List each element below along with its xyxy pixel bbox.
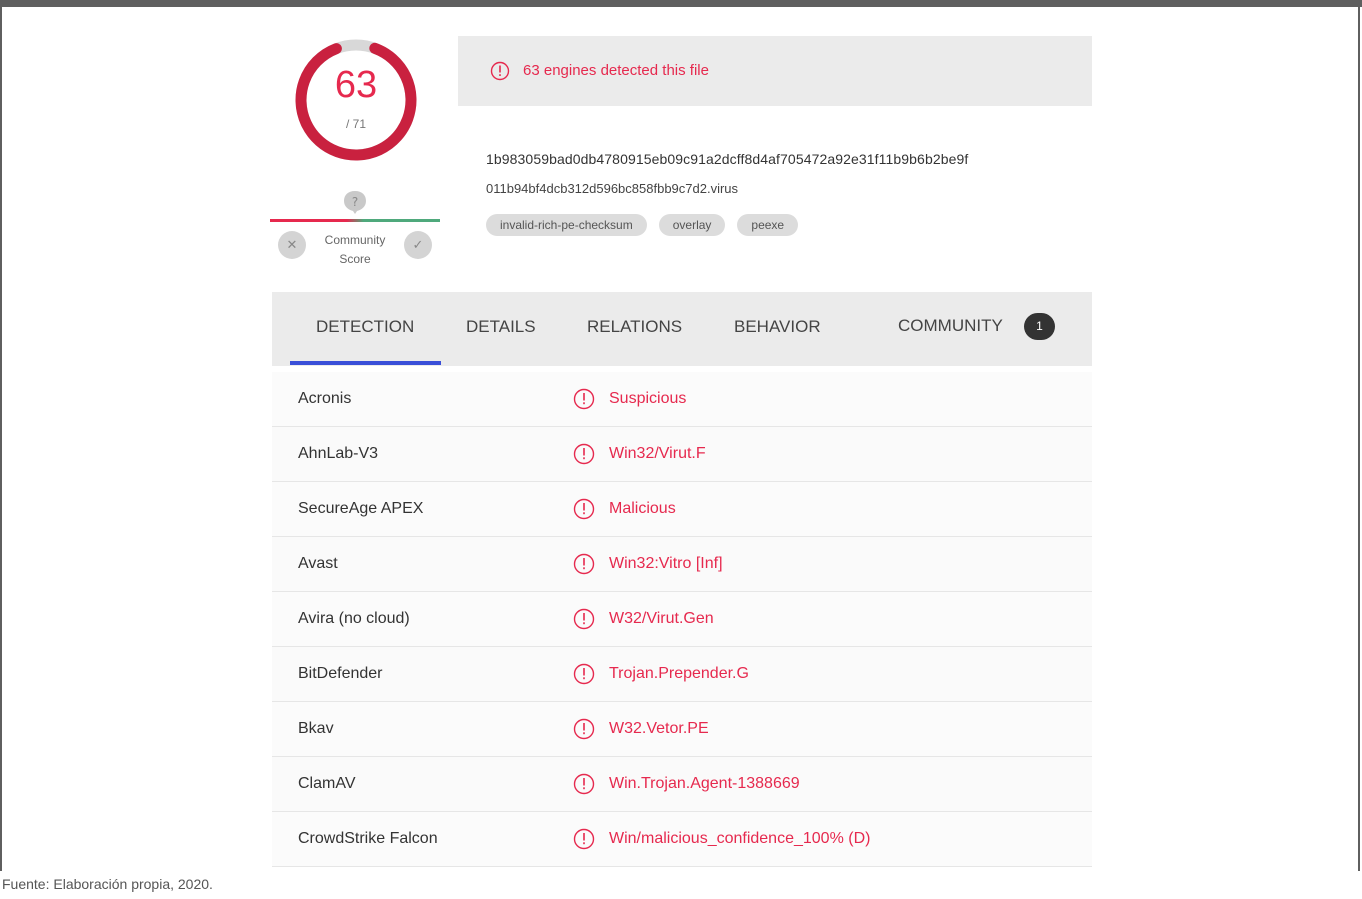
detection-result: Suspicious	[609, 390, 687, 407]
detection-result: Malicious	[609, 500, 676, 517]
detection-result: Win/malicious_confidence_100% (D)	[609, 830, 871, 847]
table-row: Avast Win32:Vitro [Inf]	[272, 537, 1092, 592]
x-icon: ✕	[286, 237, 298, 252]
engine-name: Avast	[298, 555, 338, 572]
tag[interactable]: overlay	[658, 214, 726, 236]
alert-icon	[573, 663, 595, 685]
question-icon: ?	[344, 191, 366, 214]
figure-caption: Fuente: Elaboración propia, 2020.	[2, 876, 213, 892]
engine-name: Avira (no cloud)	[298, 610, 410, 627]
detection-count: 63	[334, 64, 378, 106]
alert-icon	[490, 61, 510, 81]
engine-name: SecureAge APEX	[298, 500, 424, 517]
tab-detection[interactable]: DETECTION	[316, 317, 414, 337]
alert-icon	[573, 498, 595, 520]
engine-name: Acronis	[298, 390, 352, 407]
detection-banner-text: 63 engines detected this file	[523, 62, 709, 79]
alert-icon	[573, 718, 595, 740]
tab-relations[interactable]: RELATIONS	[587, 317, 682, 337]
table-row: BitDefender Trojan.Prepender.G	[272, 647, 1092, 702]
engine-name: CrowdStrike Falcon	[298, 830, 438, 847]
alert-icon	[573, 388, 595, 410]
table-row: Bkav W32.Vetor.PE	[272, 702, 1092, 757]
alert-icon	[573, 608, 595, 630]
table-row: AhnLab-V3 Win32/Virut.F	[272, 427, 1092, 482]
detection-result: Trojan.Prepender.G	[609, 665, 749, 682]
community-count-badge: 1	[1024, 313, 1055, 340]
file-tags: invalid-rich-pe-checksum overlay peexe	[486, 214, 799, 236]
table-row: ClamAV Win.Trojan.Agent-1388669	[272, 757, 1092, 812]
check-icon: ✓	[412, 237, 424, 252]
tab-behavior[interactable]: BEHAVIOR	[734, 317, 821, 337]
engine-name: Bkav	[298, 720, 334, 737]
community-score-label: Community Score	[324, 233, 386, 266]
file-hash: 1b983059bad0db4780915eb09c91a2dcff8d4af7…	[486, 151, 969, 167]
detection-total: / 71	[345, 117, 366, 131]
alert-icon	[573, 773, 595, 795]
vote-harmful-button[interactable]: ✕	[278, 231, 306, 259]
table-row: CrowdStrike Falcon Win/malicious_confiden…	[272, 812, 1092, 867]
engine-name: ClamAV	[298, 775, 356, 792]
active-tab-indicator	[290, 361, 441, 365]
detection-result: Win.Trojan.Agent-1388669	[609, 775, 800, 792]
detection-result: W32/Virut.Gen	[609, 610, 714, 627]
alert-icon	[573, 443, 595, 465]
community-score-bar	[270, 219, 440, 222]
file-name: 011b94bf4dcb312d596bc858fbb9c7d2.virus	[486, 181, 739, 196]
detection-result: W32.Vetor.PE	[609, 720, 709, 737]
tag[interactable]: invalid-rich-pe-checksum	[486, 214, 647, 236]
tag[interactable]: peexe	[737, 214, 799, 236]
detection-result: Win32:Vitro [Inf]	[609, 555, 723, 572]
detection-list: Acronis Suspicious AhnLab-V3 Win32/Virut.F S…	[272, 372, 1092, 867]
table-row: Avira (no cloud) W32/Virut.Gen	[272, 592, 1092, 647]
table-row: Acronis Suspicious	[272, 372, 1092, 427]
tab-community[interactable]: COMMUNITY	[898, 316, 1003, 336]
tab-details[interactable]: DETAILS	[466, 317, 536, 337]
engine-name: BitDefender	[298, 665, 383, 682]
top-border	[0, 0, 1362, 7]
engine-name: AhnLab-V3	[298, 445, 379, 462]
vote-harmless-button[interactable]: ✓	[404, 231, 432, 259]
detection-result: Win32/Virut.F	[609, 445, 706, 462]
alert-icon	[573, 553, 595, 575]
alert-icon	[573, 828, 595, 850]
table-row: SecureAge APEX Malicious	[272, 482, 1092, 537]
svg-text:?: ?	[352, 195, 358, 209]
